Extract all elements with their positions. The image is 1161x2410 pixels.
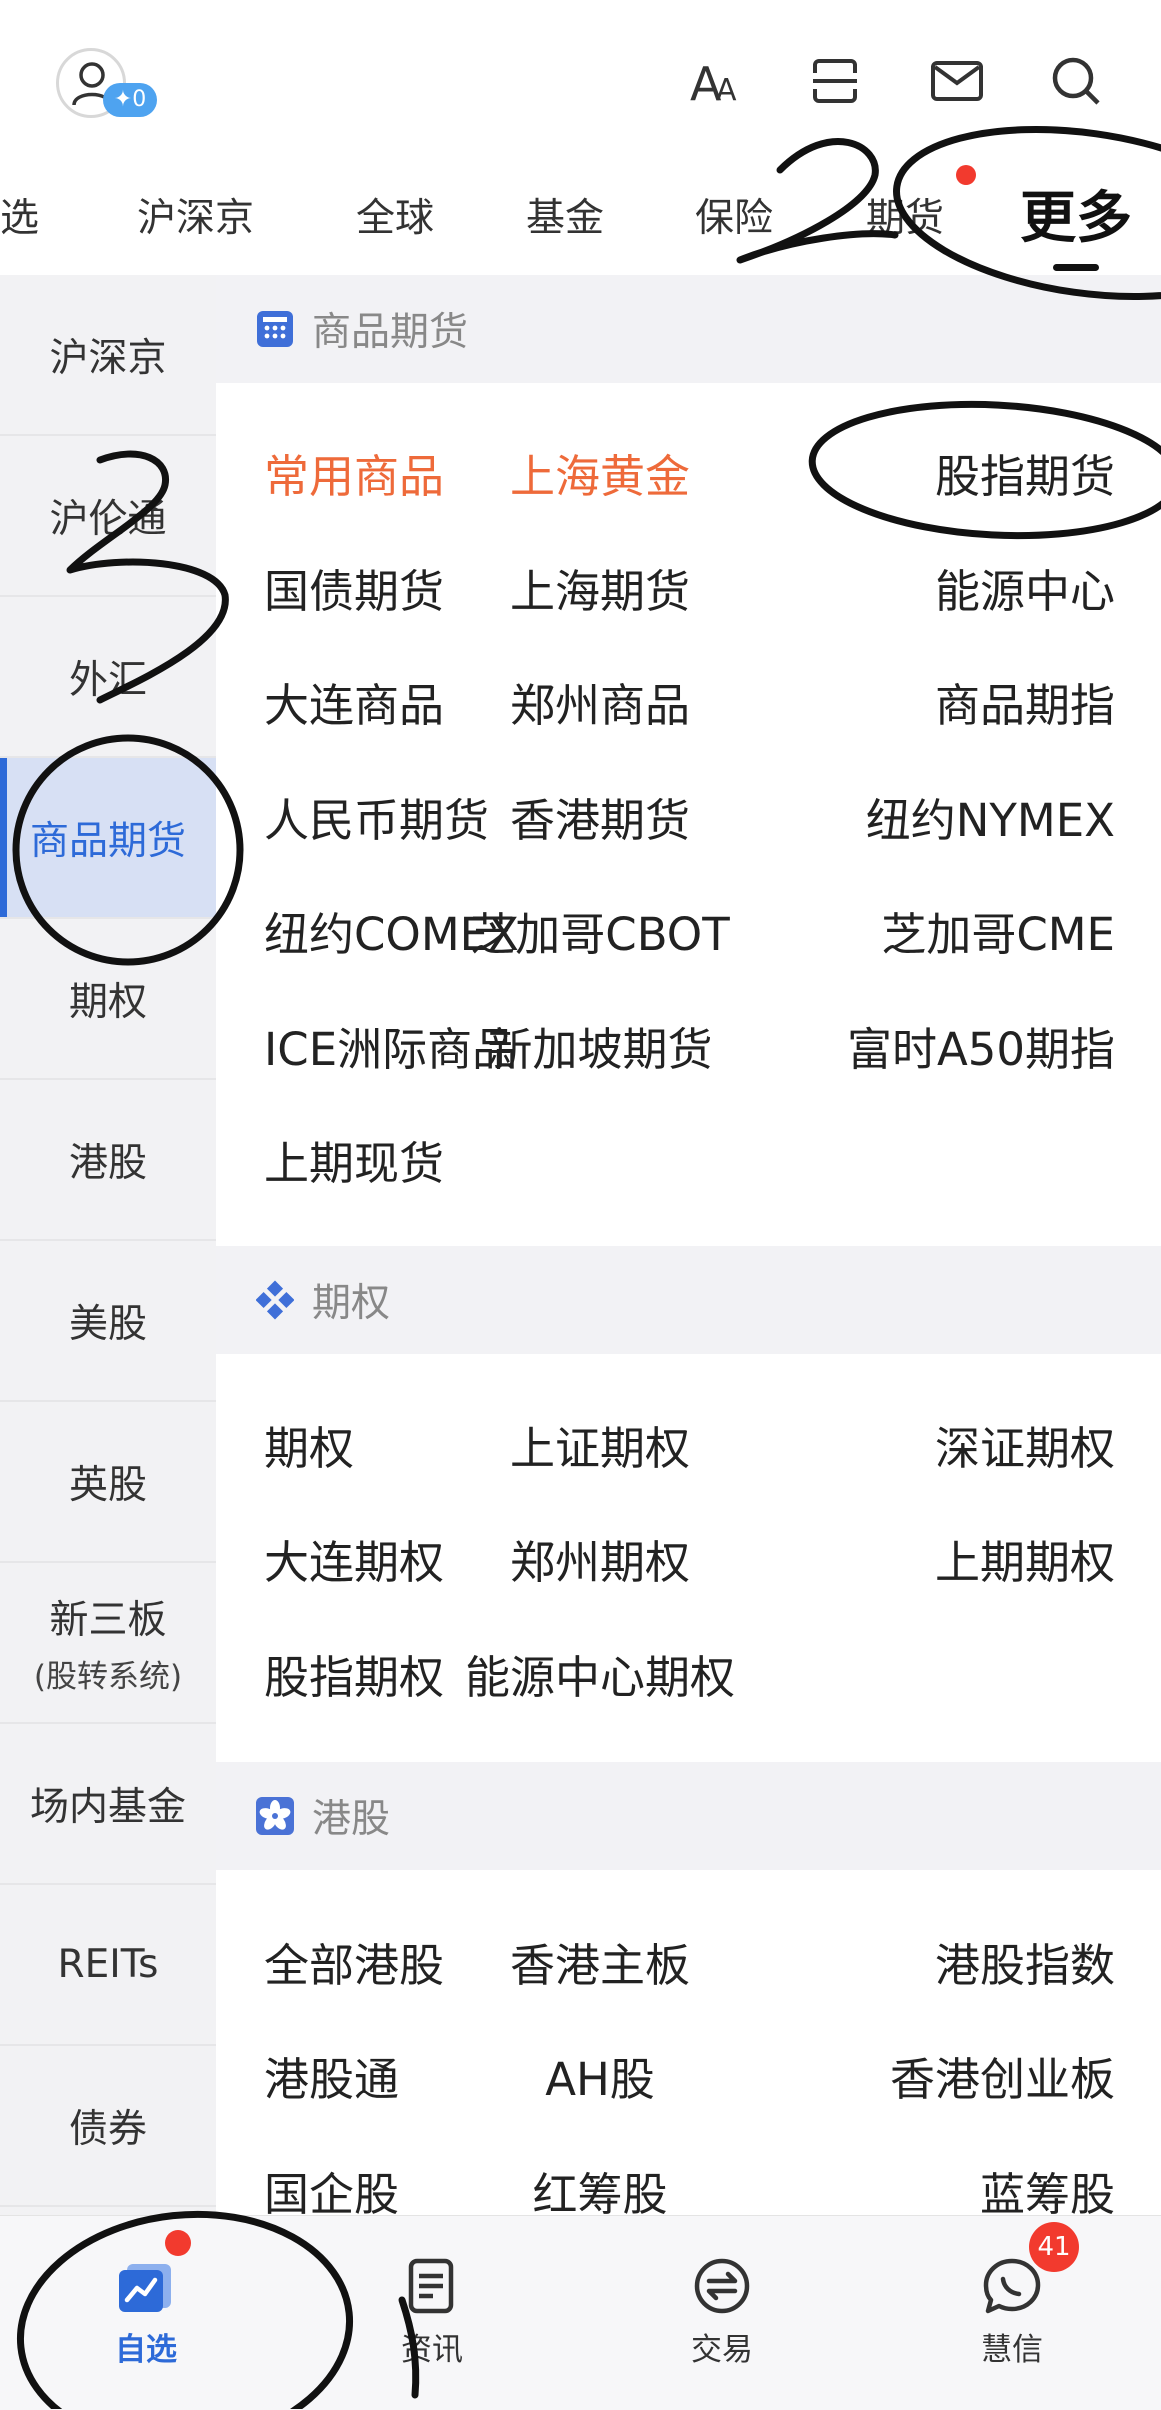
sidebar-item-hk-stocks[interactable]: 港股 <box>0 1080 216 1241</box>
bottom-nav: 自选 资讯 交易 慧信 41 <box>0 2215 1161 2410</box>
tab-futures[interactable]: 期货 <box>866 187 944 243</box>
grid-item[interactable]: 人民币期货 <box>264 784 489 849</box>
grid-item[interactable]: 富时A50期指 <box>847 1013 1115 1078</box>
sidebar-item-label: 英股 <box>68 1462 147 1508</box>
sidebar-item-label: 沪伦通 <box>49 496 167 542</box>
news-doc-icon <box>402 2256 462 2316</box>
tab-hushenjing[interactable]: 沪深京 <box>137 187 254 243</box>
grid-item[interactable]: 纽约NYMEX <box>866 784 1115 849</box>
grid-item[interactable]: 商品期指 <box>935 669 1115 734</box>
sidebar-item-label: 美股 <box>68 1301 147 1347</box>
grid-item[interactable]: 上期现货 <box>264 1127 444 1192</box>
bauhinia-icon <box>256 1797 294 1835</box>
tab-watchlist[interactable]: 选 <box>0 187 39 243</box>
grid-item[interactable]: 全部港股 <box>264 1929 444 1994</box>
section-header-hk-stocks: 港股 <box>216 1762 1161 1870</box>
sidebar-item-label: 债券 <box>68 2106 147 2152</box>
options-diamond-icon <box>256 1280 294 1320</box>
sidebar-item-uk-stocks[interactable]: 英股 <box>0 1402 216 1563</box>
grid-item[interactable]: 香港创业板 <box>890 2043 1115 2108</box>
sidebar-item-label: REITs <box>57 1942 159 1987</box>
sidebar-item-us-stocks[interactable]: 美股 <box>0 1241 216 1402</box>
sidebar-item-label: 港股 <box>68 1140 147 1186</box>
grid-item[interactable]: 股指期权 <box>264 1641 444 1706</box>
watchlist-notification-dot <box>165 2230 191 2256</box>
active-tab-indicator <box>1053 264 1099 271</box>
svg-text:A: A <box>716 73 737 106</box>
nav-huixin[interactable]: 慧信 <box>932 2256 1092 2369</box>
futures-tab-dot <box>956 165 976 185</box>
tab-funds[interactable]: 基金 <box>526 187 604 243</box>
top-tabs: 选 沪深京 全球 基金 保险 期货 更多 <box>0 165 1161 275</box>
grid-item[interactable]: 大连期权 <box>264 1526 444 1591</box>
calculator-grid-icon <box>256 310 294 348</box>
nav-trade[interactable]: 交易 <box>642 2256 802 2369</box>
font-size-icon[interactable]: AA <box>688 54 742 108</box>
section-header-options: 期权 <box>216 1246 1161 1354</box>
grid-item[interactable]: 港股指数 <box>935 1929 1115 1994</box>
section-title: 商品期货 <box>312 310 469 355</box>
huixin-unread-badge: 41 <box>1029 2222 1079 2272</box>
grid-item[interactable]: ICE洲际商品 <box>264 1013 517 1078</box>
top-header: ✦0 AA <box>0 0 1161 165</box>
sidebar-item-hushenjing[interactable]: 沪深京 <box>0 275 216 436</box>
grid-item[interactable]: 国债期货 <box>264 555 444 620</box>
sidebar-item-label: 期权 <box>68 979 147 1025</box>
nav-news[interactable]: 资讯 <box>352 2256 512 2369</box>
scan-icon[interactable] <box>808 54 862 108</box>
grid-item[interactable]: 期权 <box>264 1412 354 1477</box>
chat-icon <box>982 2256 1042 2316</box>
sidebar-item-label: 新三板 <box>49 1598 167 1643</box>
grid-item[interactable]: 常用商品 <box>264 440 444 505</box>
sidebar-item-commodity-futures[interactable]: 商品期货 <box>0 758 216 919</box>
grid-item[interactable]: 国企股 <box>264 2158 399 2215</box>
watchlist-chart-icon <box>116 2256 176 2316</box>
search-icon[interactable] <box>1049 54 1103 108</box>
nav-label: 慧信 <box>981 2332 1043 2368</box>
mail-icon[interactable] <box>930 54 984 108</box>
section-header-commodity-futures: 商品期货 <box>216 275 1161 383</box>
tab-global[interactable]: 全球 <box>356 187 434 243</box>
category-sidebar: 沪深京 沪伦通 外汇 商品期货 期权 港股 美股 英股 新三板 (股转系统) 场… <box>0 275 216 2215</box>
sidebar-item-sublabel: (股转系统) <box>33 1659 183 1695</box>
grid-item[interactable]: 港股通 <box>264 2043 399 2108</box>
sidebar-item-label: 商品期货 <box>29 818 186 864</box>
grid-item[interactable]: 蓝筹股 <box>980 2158 1115 2215</box>
nav-watchlist[interactable]: 自选 <box>66 2256 226 2369</box>
sidebar-item-huluntong[interactable]: 沪伦通 <box>0 436 216 597</box>
sidebar-item-options[interactable]: 期权 <box>0 919 216 1080</box>
grid-item[interactable]: 芝加哥CME <box>881 898 1115 963</box>
nav-label: 自选 <box>115 2332 177 2368</box>
sidebar-item-bonds[interactable]: 债券 <box>0 2046 216 2207</box>
sidebar-item-etf[interactable]: 场内基金 <box>0 1724 216 1885</box>
sidebar-item-label: 外汇 <box>68 657 147 703</box>
section-title: 期权 <box>312 1281 391 1326</box>
sidebar-item-neeq[interactable]: 新三板 (股转系统) <box>0 1563 216 1724</box>
tab-insurance[interactable]: 保险 <box>695 187 773 243</box>
exchange-icon <box>692 2256 752 2316</box>
sidebar-item-label: 场内基金 <box>29 1784 186 1830</box>
vip-badge[interactable]: ✦0 <box>103 83 157 117</box>
sidebar-item-reits[interactable]: REITs <box>0 1885 216 2046</box>
tab-more[interactable]: 更多 <box>1020 173 1132 254</box>
sidebar-item-forex[interactable]: 外汇 <box>0 597 216 758</box>
grid-item[interactable]: 能源中心 <box>935 555 1115 620</box>
category-content: 商品期货 常用商品 上海黄金 股指期货 国债期货 上海期货 能源中心 大连商品 … <box>216 275 1161 2215</box>
nav-label: 交易 <box>691 2332 753 2368</box>
grid-item[interactable]: 股指期货 <box>935 440 1115 505</box>
sidebar-item-label: 沪深京 <box>49 335 167 381</box>
grid-item[interactable]: 上期期权 <box>935 1526 1115 1591</box>
grid-item[interactable]: 大连商品 <box>264 669 444 734</box>
nav-label: 资讯 <box>401 2332 463 2368</box>
section-title: 港股 <box>312 1797 391 1842</box>
grid-item[interactable]: 深证期权 <box>935 1412 1115 1477</box>
